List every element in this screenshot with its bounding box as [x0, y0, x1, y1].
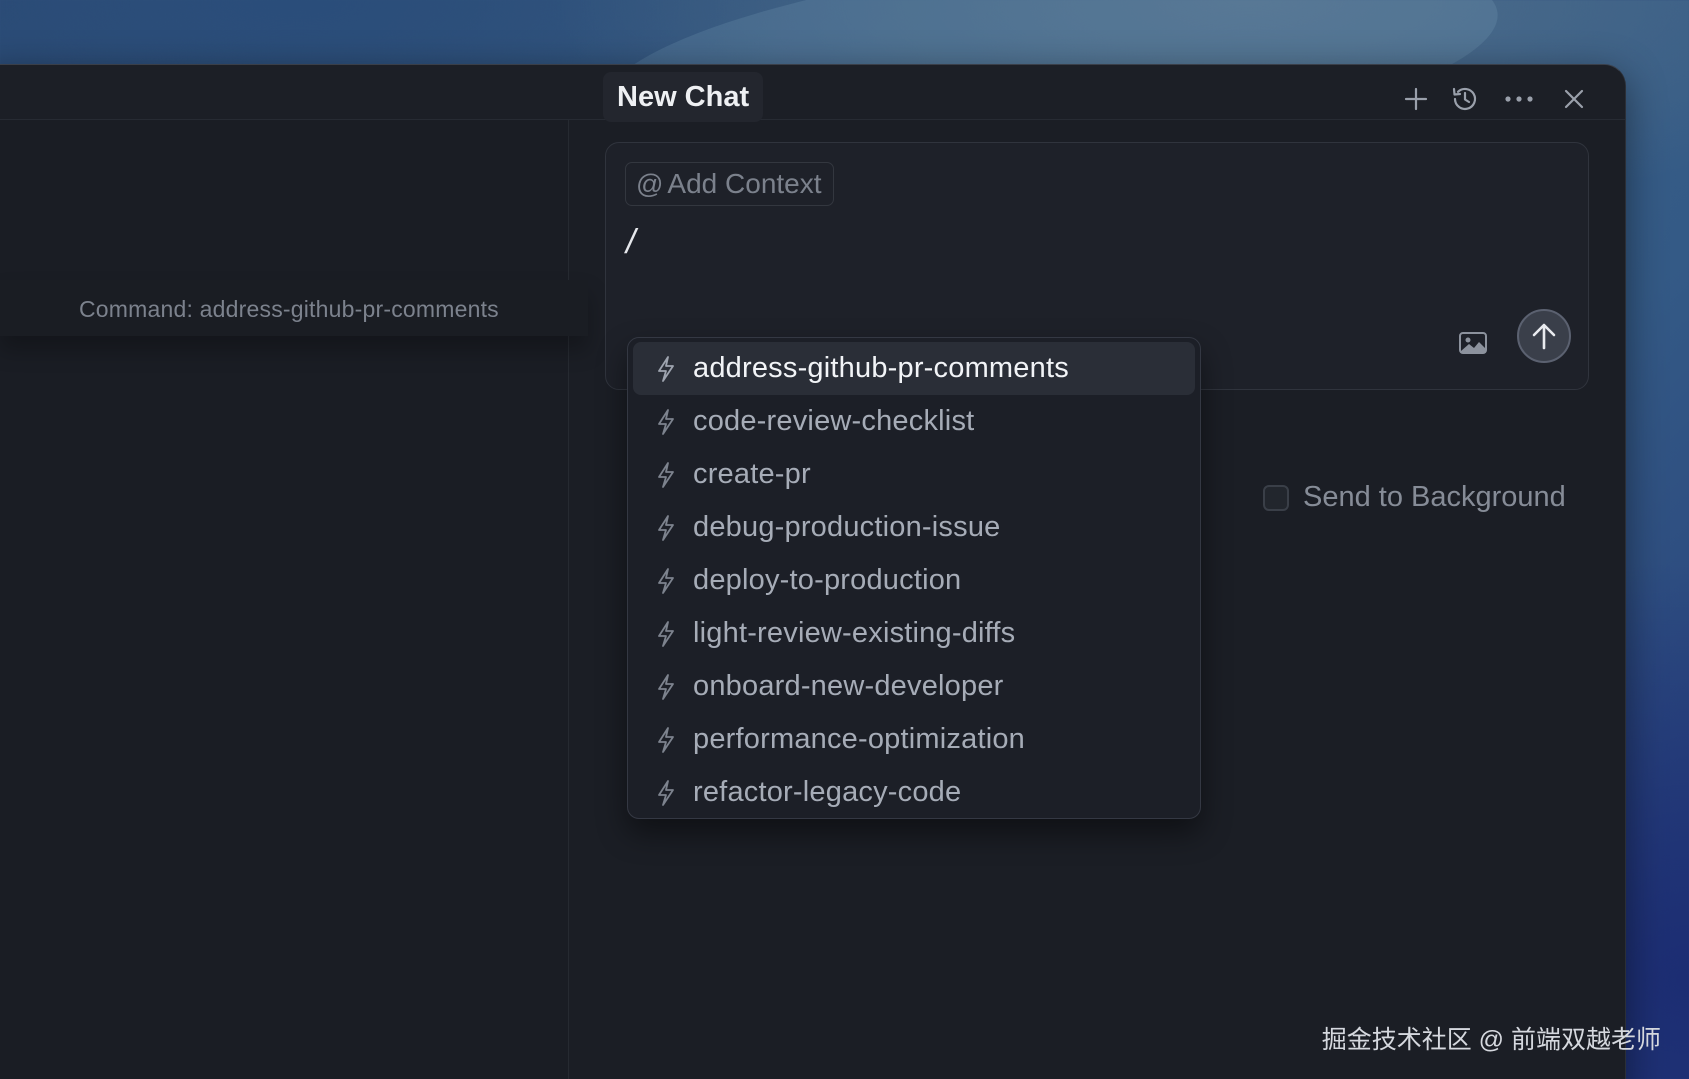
chat-title[interactable]: New Chat — [603, 72, 764, 122]
command-menu-item[interactable]: code-review-checklist — [633, 395, 1195, 448]
command-menu-item-label: deploy-to-production — [693, 564, 962, 596]
image-icon[interactable] — [1456, 329, 1490, 357]
command-menu-item-label: address-github-pr-comments — [693, 352, 1069, 384]
send-button[interactable] — [1517, 309, 1571, 363]
command-menu-item-label: performance-optimization — [693, 723, 1025, 755]
editor-pane — [0, 120, 569, 1079]
chat-input[interactable]: / — [626, 223, 635, 262]
add-context-button[interactable]: @ Add Context — [625, 162, 834, 206]
lightning-icon — [658, 409, 674, 435]
command-menu-item[interactable]: debug-production-issue — [633, 501, 1195, 554]
command-menu-item[interactable]: light-review-existing-diffs — [633, 607, 1195, 660]
lightning-icon — [658, 462, 674, 488]
watermark: 掘金技术社区 @ 前端双越老师 — [1321, 1026, 1661, 1054]
command-tooltip: Command: address-github-pr-comments — [0, 280, 588, 336]
command-tooltip-text: Command: address-github-pr-comments — [79, 296, 499, 322]
command-menu-item-label: light-review-existing-diffs — [693, 617, 1016, 649]
plus-icon[interactable] — [1397, 80, 1435, 118]
command-menu-item-label: debug-production-issue — [693, 511, 1001, 543]
command-menu-item[interactable]: deploy-to-production — [633, 554, 1195, 607]
close-icon[interactable] — [1555, 80, 1593, 118]
add-context-label: Add Context — [667, 168, 822, 199]
lightning-icon — [658, 674, 674, 700]
command-menu-item[interactable]: refactor-legacy-code — [633, 766, 1195, 819]
more-icon[interactable] — [1500, 80, 1538, 118]
lightning-icon — [658, 356, 674, 382]
command-menu-item[interactable]: onboard-new-developer — [633, 660, 1195, 713]
lightning-icon — [658, 780, 674, 806]
command-menu-item[interactable]: performance-optimization — [633, 713, 1195, 766]
command-menu-item-label: refactor-legacy-code — [693, 776, 962, 808]
lightning-icon — [658, 515, 674, 541]
command-menu-item-label: onboard-new-developer — [693, 670, 1004, 702]
send-to-background-checkbox[interactable] — [1263, 484, 1289, 511]
command-menu-item[interactable]: address-github-pr-comments — [633, 342, 1195, 395]
history-icon[interactable] — [1446, 80, 1484, 118]
command-menu: address-github-pr-comments code-review-c… — [627, 337, 1201, 819]
command-menu-item-label: create-pr — [693, 458, 811, 490]
command-menu-item-label: code-review-checklist — [693, 405, 975, 437]
title-bar — [0, 65, 1625, 120]
command-menu-item[interactable]: create-pr — [633, 448, 1195, 501]
at-icon: @ — [636, 168, 664, 199]
send-to-background-option[interactable]: Send to Background — [1263, 481, 1566, 514]
lightning-icon — [658, 621, 674, 647]
send-to-background-label: Send to Background — [1303, 481, 1566, 513]
lightning-icon — [658, 727, 674, 753]
arrow-up-icon — [1532, 323, 1556, 350]
lightning-icon — [658, 568, 674, 594]
